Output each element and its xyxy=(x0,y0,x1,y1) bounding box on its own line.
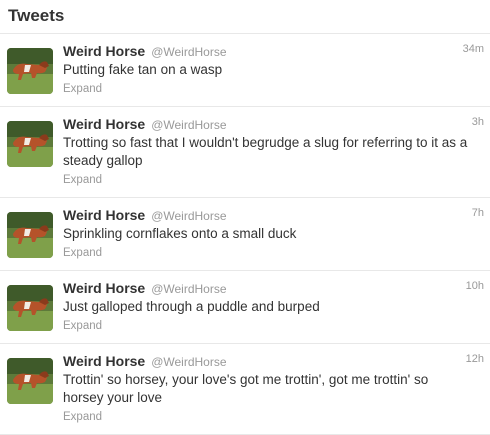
tweet-item[interactable]: Weird Horse @WeirdHorse 3h Trotting so f… xyxy=(0,107,490,198)
tweet-stream: Weird Horse @WeirdHorse 34m Putting fake… xyxy=(0,34,490,435)
author-fullname[interactable]: Weird Horse xyxy=(63,206,145,224)
horse-avatar-icon[interactable] xyxy=(7,48,53,94)
author-fullname[interactable]: Weird Horse xyxy=(63,279,145,297)
author-fullname[interactable]: Weird Horse xyxy=(63,352,145,370)
tweet-header: Weird Horse @WeirdHorse xyxy=(63,279,480,297)
tweet-item[interactable]: Weird Horse @WeirdHorse 10h Just gallope… xyxy=(0,271,490,344)
tweet-text: Just galloped through a puddle and burpe… xyxy=(63,299,320,314)
author-fullname[interactable]: Weird Horse xyxy=(63,115,145,133)
tweet-text: Sprinkling cornflakes onto a small duck xyxy=(63,226,297,241)
tweet-timestamp[interactable]: 12h xyxy=(466,353,484,365)
tweet-timestamp[interactable]: 34m xyxy=(463,43,484,55)
expand-link[interactable]: Expand xyxy=(63,409,102,425)
tweet-header: Weird Horse @WeirdHorse xyxy=(63,115,480,133)
horse-avatar-icon[interactable] xyxy=(7,121,53,167)
author-fullname[interactable]: Weird Horse xyxy=(63,42,145,60)
page-title: Tweets xyxy=(8,6,65,25)
tweet-text: Trottin' so horsey, your love's got me t… xyxy=(63,372,429,405)
tweet-header: Weird Horse @WeirdHorse xyxy=(63,42,480,60)
expand-link[interactable]: Expand xyxy=(63,318,102,334)
author-username[interactable]: @WeirdHorse xyxy=(151,43,226,61)
author-username[interactable]: @WeirdHorse xyxy=(151,280,226,298)
author-username[interactable]: @WeirdHorse xyxy=(151,207,226,225)
tweet-timestamp[interactable]: 3h xyxy=(472,116,484,128)
tweet-header: Weird Horse @WeirdHorse xyxy=(63,206,480,224)
tweet-text: Trotting so fast that I wouldn't begrudg… xyxy=(63,135,468,168)
tweet-timestamp[interactable]: 10h xyxy=(466,280,484,292)
horse-avatar-icon[interactable] xyxy=(7,358,53,404)
tweet-item[interactable]: Weird Horse @WeirdHorse 7h Sprinkling co… xyxy=(0,198,490,271)
expand-link[interactable]: Expand xyxy=(63,245,102,261)
horse-avatar-icon[interactable] xyxy=(7,212,53,258)
author-username[interactable]: @WeirdHorse xyxy=(151,353,226,371)
stream-header: Tweets xyxy=(0,0,490,34)
expand-link[interactable]: Expand xyxy=(63,172,102,188)
expand-link[interactable]: Expand xyxy=(63,81,102,97)
author-username[interactable]: @WeirdHorse xyxy=(151,116,226,134)
tweet-text: Putting fake tan on a wasp xyxy=(63,62,223,77)
horse-avatar-icon[interactable] xyxy=(7,285,53,331)
tweet-timestamp[interactable]: 7h xyxy=(472,207,484,219)
tweet-item[interactable]: Weird Horse @WeirdHorse 34m Putting fake… xyxy=(0,34,490,107)
tweet-header: Weird Horse @WeirdHorse xyxy=(63,352,480,370)
tweet-item[interactable]: Weird Horse @WeirdHorse 12h Trottin' so … xyxy=(0,344,490,435)
